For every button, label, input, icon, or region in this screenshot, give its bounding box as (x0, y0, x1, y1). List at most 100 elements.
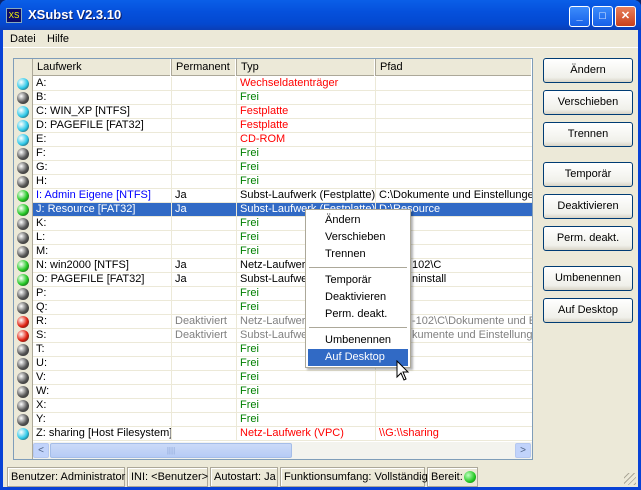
drive-list[interactable]: Laufwerk Permanent Typ Pfad A: Wechselda… (13, 58, 533, 460)
cell-typ: Frei (237, 175, 376, 189)
drive-status-led-icon (17, 358, 29, 370)
cell-typ: Subst-Laufwerk (Festplatte) (237, 189, 376, 203)
ctx-perm-deakt[interactable]: Perm. deakt. (308, 306, 408, 323)
cell-permanent: Deaktiviert (172, 315, 237, 329)
column-header-laufwerk[interactable]: Laufwerk (33, 59, 172, 76)
table-row[interactable]: V: Frei (14, 371, 532, 385)
button-trennen[interactable]: Trennen (543, 122, 633, 147)
ctx-deaktivieren[interactable]: Deaktivieren (308, 289, 408, 306)
menu-hilfe[interactable]: Hilfe (47, 33, 69, 45)
ready-led-icon (464, 471, 476, 483)
cell-pfad: C:\Dokumente und Einstellungen (376, 189, 532, 203)
cell-permanent (172, 399, 237, 413)
cell-permanent (172, 301, 237, 315)
horizontal-scrollbar[interactable]: < |||| > (33, 442, 532, 459)
cell-laufwerk: N: win2000 [NTFS] (33, 259, 172, 273)
table-row[interactable]: X: Frei (14, 399, 532, 413)
table-row[interactable]: J: Resource [FAT32] Ja Subst-Laufwerk (F… (14, 203, 532, 217)
cell-laufwerk: K: (33, 217, 172, 231)
ctx-auf-desktop[interactable]: Auf Desktop (308, 349, 408, 366)
table-row[interactable]: C: WIN_XP [NTFS] Festplatte (14, 105, 532, 119)
menu-datei[interactable]: Datei (10, 33, 36, 45)
button-auf-desktop[interactable]: Auf Desktop (543, 298, 633, 323)
table-row[interactable]: E: CD-ROM (14, 133, 532, 147)
table-row[interactable]: K: Frei (14, 217, 532, 231)
cell-laufwerk: V: (33, 371, 172, 385)
cell-typ: CD-ROM (237, 133, 376, 147)
cell-laufwerk: X: (33, 399, 172, 413)
button-umbenennen[interactable]: Umbenennen (543, 266, 633, 291)
cell-permanent: Ja (172, 203, 237, 217)
cell-typ: Frei (237, 161, 376, 175)
table-row[interactable]: T: Frei (14, 343, 532, 357)
cell-permanent: Ja (172, 273, 237, 287)
column-header-pfad[interactable]: Pfad (376, 59, 532, 76)
cell-laufwerk: G: (33, 161, 172, 175)
ctx-temporaer[interactable]: Temporär (308, 272, 408, 289)
table-row[interactable]: S: Deaktiviert Subst-Laufwerk kumente un… (14, 329, 532, 343)
cell-permanent (172, 357, 237, 371)
scroll-right-button[interactable]: > (515, 443, 531, 458)
column-header-typ[interactable]: Typ (237, 59, 376, 76)
column-header-permanent[interactable]: Permanent (172, 59, 237, 76)
cell-permanent (172, 77, 237, 91)
table-row[interactable]: R: Deaktiviert Netz-Laufwerk -102\C\Doku… (14, 315, 532, 329)
table-row[interactable]: Z: sharing [Host Filesystem] Netz-Laufwe… (14, 427, 532, 441)
ctx-verschieben[interactable]: Verschieben (308, 229, 408, 246)
cell-typ: Frei (237, 413, 376, 427)
cell-laufwerk: H: (33, 175, 172, 189)
table-row[interactable]: I: Admin Eigene [NTFS] Ja Subst-Laufwerk… (14, 189, 532, 203)
ctx-aendern[interactable]: Ändern (308, 212, 408, 229)
table-row[interactable]: H: Frei (14, 175, 532, 189)
cell-typ: Festplatte (237, 105, 376, 119)
cell-permanent (172, 161, 237, 175)
ctx-umbenennen[interactable]: Umbenennen (308, 332, 408, 349)
table-row[interactable]: Y: Frei (14, 413, 532, 427)
cell-permanent (172, 371, 237, 385)
button-verschieben[interactable]: Verschieben (543, 90, 633, 115)
status-autostart: Autostart: Ja (210, 467, 278, 487)
cell-typ: Frei (237, 147, 376, 161)
minimize-button[interactable]: _ (569, 6, 590, 27)
table-row[interactable]: D: PAGEFILE [FAT32] Festplatte (14, 119, 532, 133)
table-row[interactable]: U: Frei (14, 357, 532, 371)
cell-permanent (172, 147, 237, 161)
cell-permanent (172, 385, 237, 399)
cell-permanent (172, 231, 237, 245)
cell-typ: Netz-Laufwerk (VPC) (237, 427, 376, 441)
scroll-left-button[interactable]: < (33, 443, 49, 458)
button-deaktivieren[interactable]: Deaktivieren (543, 194, 633, 219)
scroll-thumb[interactable]: |||| (50, 443, 292, 458)
table-row[interactable]: A: Wechseldatenträger (14, 77, 532, 91)
ctx-trennen[interactable]: Trennen (308, 246, 408, 263)
cell-pfad (376, 175, 532, 189)
table-row[interactable]: O: PAGEFILE [FAT32] Ja Subst-Laufwerk ni… (14, 273, 532, 287)
app-icon: XS (6, 8, 22, 23)
table-row[interactable]: B: Frei (14, 91, 532, 105)
cell-laufwerk: P: (33, 287, 172, 301)
table-row[interactable]: N: win2000 [NTFS] Ja Netz-Laufwerk 102\C (14, 259, 532, 273)
resize-grip-icon[interactable] (624, 473, 636, 485)
button-temporär[interactable]: Temporär (543, 162, 633, 187)
button-ändern[interactable]: Ändern (543, 58, 633, 83)
drive-status-led-icon (17, 260, 29, 272)
cell-laufwerk: W: (33, 385, 172, 399)
ctx-separator (309, 327, 407, 328)
table-row[interactable]: G: Frei (14, 161, 532, 175)
title-bar[interactable]: XS XSubst V2.3.10 _ □ ✕ (0, 0, 641, 30)
button-perm-deakt-[interactable]: Perm. deakt. (543, 226, 633, 251)
drive-status-led-icon (17, 204, 29, 216)
table-row[interactable]: P: Frei (14, 287, 532, 301)
table-row[interactable]: L: Frei (14, 231, 532, 245)
cell-pfad (376, 399, 532, 413)
cell-pfad (376, 385, 532, 399)
table-row[interactable]: M: Frei (14, 245, 532, 259)
list-header: Laufwerk Permanent Typ Pfad (33, 59, 532, 76)
close-button[interactable]: ✕ (615, 6, 636, 27)
maximize-button[interactable]: □ (592, 6, 613, 27)
cell-laufwerk: D: PAGEFILE [FAT32] (33, 119, 172, 133)
table-row[interactable]: W: Frei (14, 385, 532, 399)
table-row[interactable]: Q: Frei (14, 301, 532, 315)
table-row[interactable]: F: Frei (14, 147, 532, 161)
cell-laufwerk: F: (33, 147, 172, 161)
